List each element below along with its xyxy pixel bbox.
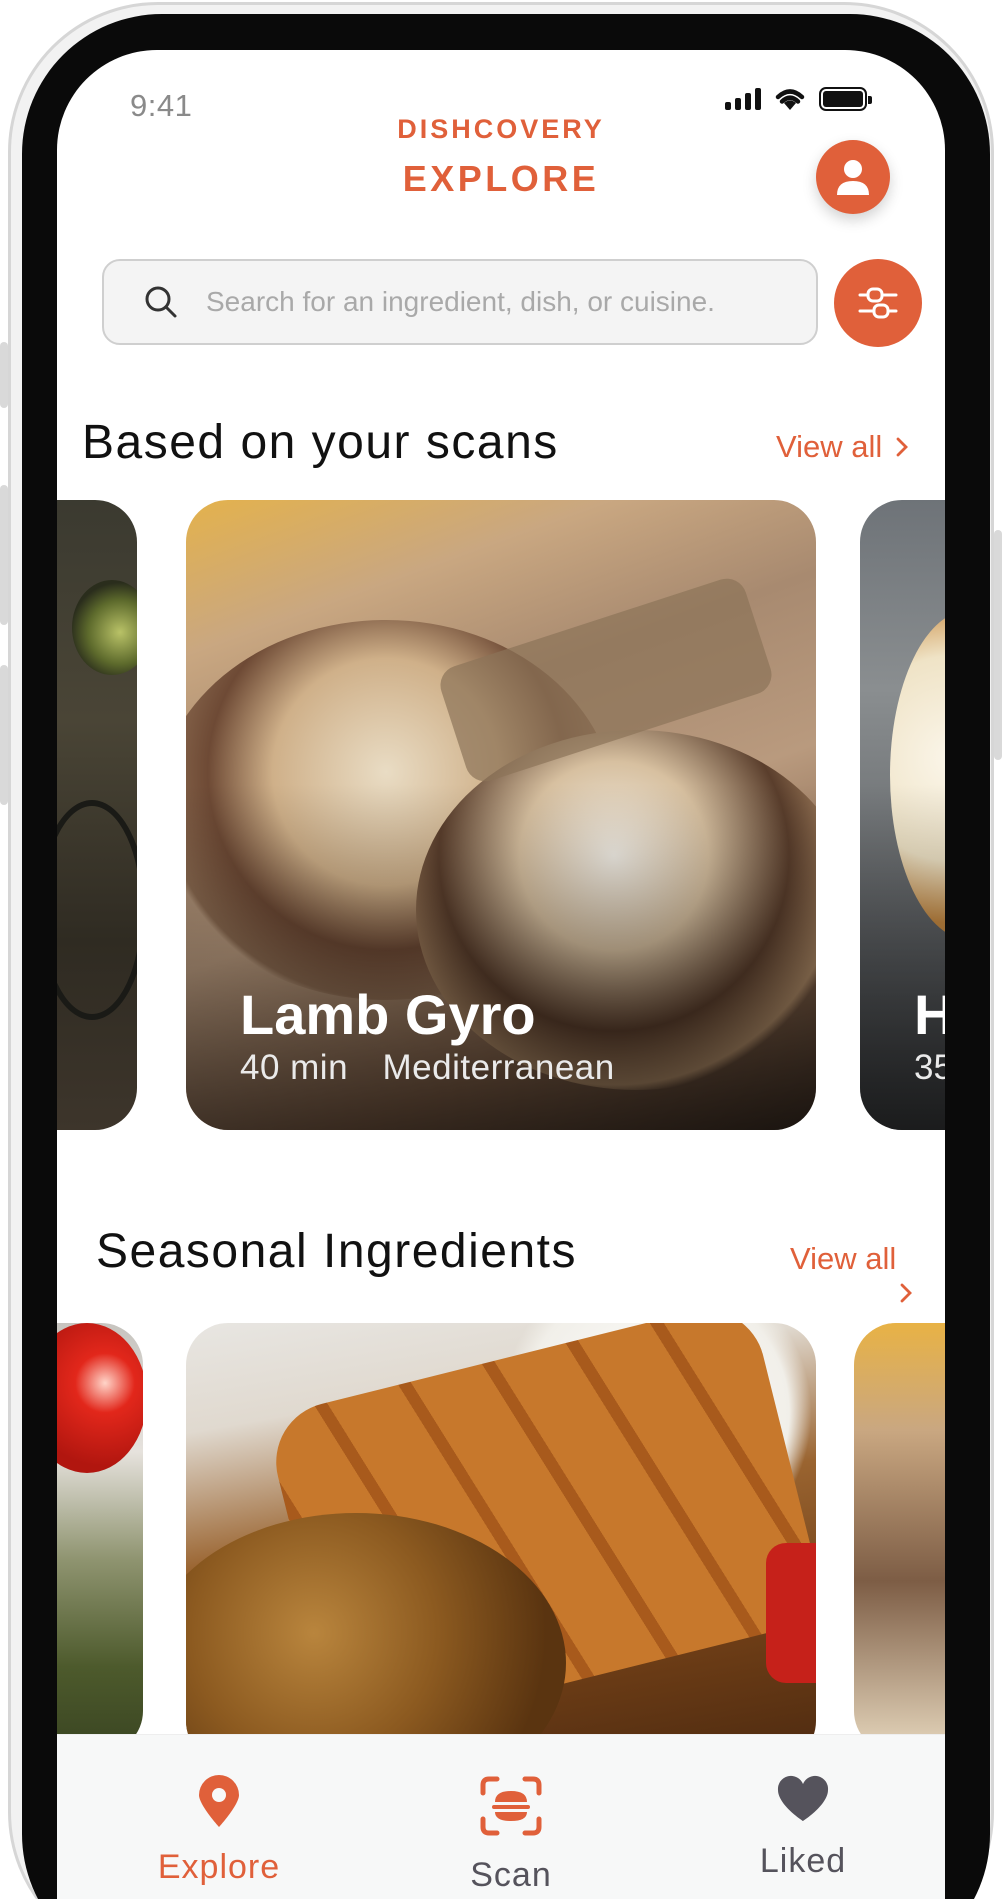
- view-all-label: View all: [790, 1241, 897, 1276]
- card-image: [57, 800, 137, 1020]
- section-title-seasonal: Seasonal Ingredients: [96, 1225, 577, 1278]
- cellular-signal-icon: [725, 88, 761, 110]
- tomato-image: [57, 1323, 143, 1473]
- card-time: 35: [914, 1048, 945, 1087]
- card-title: H: [914, 983, 945, 1046]
- tab-scan[interactable]: Scan: [411, 1775, 611, 1895]
- scan-icon: [480, 1776, 542, 1836]
- volume-down-button: [0, 665, 8, 805]
- view-all-seasonal-link[interactable]: View all: [790, 1241, 913, 1303]
- recipe-card-lamb-gyro[interactable]: Lamb Gyro 40 min Mediterranean: [186, 500, 816, 1130]
- tab-label: Explore: [157, 1848, 281, 1886]
- ingredient-card-peek-left[interactable]: [57, 1323, 143, 1753]
- card-meta: 40 min Mediterranean: [240, 1048, 615, 1088]
- search-icon: [145, 286, 177, 318]
- search-bar[interactable]: [102, 259, 818, 345]
- wifi-icon: [775, 89, 805, 110]
- page-title: EXPLORE: [402, 158, 600, 199]
- card-title: Lamb Gyro: [240, 983, 536, 1046]
- filter-sliders-icon: [858, 287, 898, 319]
- recipe-card-peek-right[interactable]: H 35: [860, 500, 945, 1130]
- app-screen: 9:41 DISHCOVERY EXPLORE Search for an in…: [57, 50, 945, 1899]
- heart-icon: [777, 1775, 829, 1821]
- search-input[interactable]: [206, 286, 796, 318]
- silent-switch: [0, 342, 8, 408]
- tab-label: Scan: [470, 1856, 552, 1894]
- view-all-label: View all: [776, 429, 883, 464]
- card-time: 40 min: [240, 1048, 349, 1087]
- view-all-scans-link[interactable]: View all: [776, 429, 909, 465]
- tab-liked[interactable]: Liked: [703, 1775, 903, 1881]
- status-icons: [725, 86, 872, 112]
- battery-icon: [819, 87, 872, 111]
- user-icon: [837, 160, 869, 195]
- chevron-right-icon: [896, 437, 909, 457]
- tab-explore[interactable]: Explore: [119, 1775, 319, 1887]
- power-button: [994, 530, 1002, 760]
- chevron-right-icon: [900, 1283, 913, 1303]
- tab-label: Liked: [759, 1842, 847, 1880]
- recipe-card-peek-left[interactable]: [57, 500, 137, 1130]
- location-pin-icon: [199, 1775, 239, 1827]
- bottom-tab-bar: Explore Scan Liked: [57, 1734, 945, 1899]
- volume-up-button: [0, 485, 8, 625]
- profile-avatar-button[interactable]: [816, 140, 890, 214]
- ingredient-card-peek-right[interactable]: [854, 1323, 945, 1753]
- ingredient-card-katsu-curry[interactable]: [186, 1323, 816, 1763]
- section-title-scans: Based on your scans: [82, 416, 559, 469]
- card-image: [72, 580, 137, 675]
- filter-button[interactable]: [834, 259, 922, 347]
- card-image: [766, 1543, 816, 1683]
- brand-name: DISHCOVERY: [397, 114, 605, 144]
- card-cuisine: Mediterranean: [382, 1048, 615, 1087]
